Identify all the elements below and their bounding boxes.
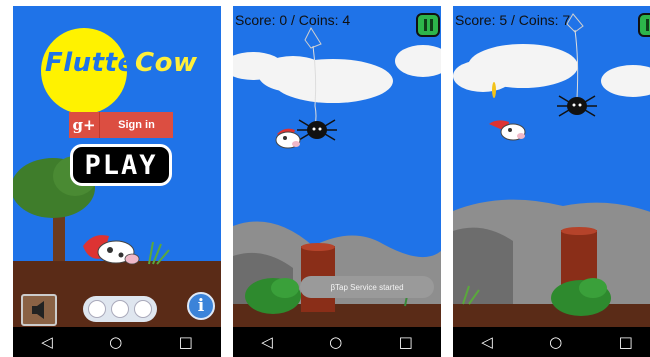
recents-icon[interactable]: □ xyxy=(179,334,193,350)
title-flutter: Flutter xyxy=(45,48,149,78)
game-background xyxy=(453,6,650,357)
play-button[interactable]: PLAY xyxy=(70,144,172,186)
toast-message: βTap Service started xyxy=(300,276,434,298)
google-signin-button[interactable]: g+ Sign in xyxy=(69,112,173,138)
pause-button[interactable] xyxy=(416,13,440,37)
title-cow: Cow xyxy=(135,48,198,78)
back-icon[interactable]: ◁ xyxy=(481,334,493,350)
signin-label: Sign in xyxy=(118,119,155,131)
pause-icon-bar xyxy=(645,19,649,31)
spider xyxy=(557,95,597,117)
android-nav-bar: ◁ ○ □ xyxy=(233,327,441,357)
dot-icon xyxy=(111,300,129,318)
menu-screen: Flutter Cow g+ Sign in PLAY i ◁ ○ □ xyxy=(13,6,221,357)
game-screen-2: Score: 5 / Coins: 7 ◁ ○ □ xyxy=(453,6,650,357)
back-icon[interactable]: ◁ xyxy=(261,334,273,350)
pause-icon-bar xyxy=(429,19,433,31)
back-icon[interactable]: ◁ xyxy=(41,334,53,350)
more-button[interactable] xyxy=(83,296,157,322)
speaker-icon xyxy=(32,301,44,319)
menu-bottom-bar: i xyxy=(13,289,221,329)
ground xyxy=(453,304,650,328)
android-nav-bar: ◁ ○ □ xyxy=(453,327,650,357)
spider xyxy=(297,119,337,141)
home-icon[interactable]: ○ xyxy=(109,334,122,350)
dot-icon xyxy=(134,300,152,318)
info-button[interactable]: i xyxy=(187,292,215,320)
recents-icon[interactable]: □ xyxy=(399,334,413,350)
score-label: Score: 0 / Coins: 4 xyxy=(235,12,351,28)
recents-icon[interactable]: □ xyxy=(619,334,633,350)
game-background xyxy=(233,6,441,357)
home-icon[interactable]: ○ xyxy=(329,334,342,350)
dot-icon xyxy=(88,300,106,318)
android-nav-bar: ◁ ○ □ xyxy=(13,327,221,357)
google-plus-icon: g+ xyxy=(69,112,100,138)
pause-icon-bar xyxy=(423,19,427,31)
coin xyxy=(492,82,496,98)
sound-button[interactable] xyxy=(21,294,57,326)
home-icon[interactable]: ○ xyxy=(549,334,562,350)
game-screen-1: Score: 0 / Coins: 4 βTap Service started… xyxy=(233,6,441,357)
score-label: Score: 5 / Coins: 7 xyxy=(455,12,571,28)
pause-button[interactable] xyxy=(638,13,650,37)
